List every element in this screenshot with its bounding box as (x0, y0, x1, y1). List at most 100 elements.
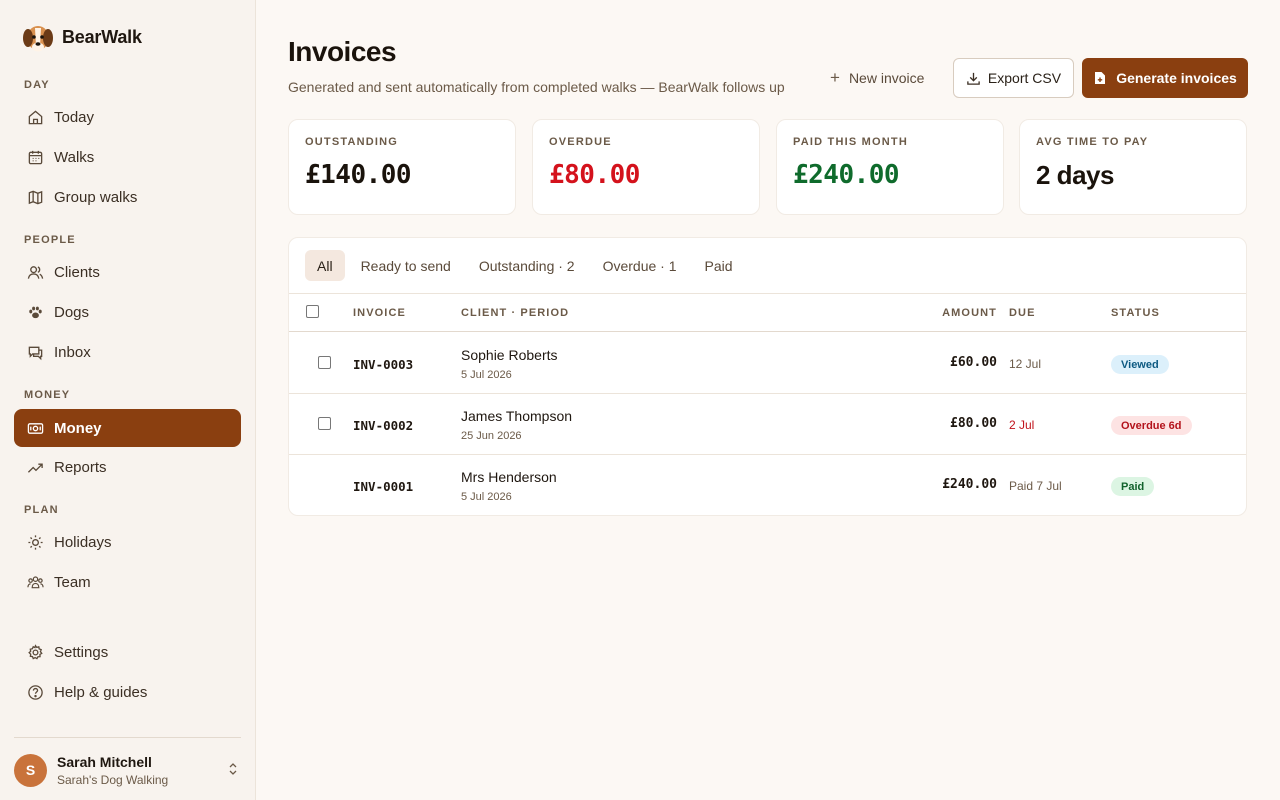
sidebar-divider (14, 737, 241, 738)
status-badge: Paid (1111, 477, 1155, 496)
sidebar-item-reports[interactable]: Reports (14, 448, 241, 486)
sidebar-item-label: Today (54, 108, 95, 126)
row-checkbox[interactable] (318, 356, 331, 369)
section-label-plan: PLAN (24, 504, 59, 516)
filter-tabs: All Ready to send Outstanding · 2 Overdu… (305, 250, 749, 282)
avatar: S (14, 753, 47, 787)
tab-paid[interactable]: Paid (693, 250, 745, 281)
column-header-amount[interactable]: AMOUNT (942, 307, 997, 319)
sidebar-item-inbox[interactable]: Inbox (14, 333, 241, 371)
beagle-logo-icon (23, 26, 53, 52)
tab-outstanding[interactable]: Outstanding · 2 (467, 250, 587, 281)
stat-card-overdue: OVERDUE £80.00 (532, 119, 760, 215)
new-invoice-label: New invoice (848, 70, 925, 86)
sidebar-item-label: Settings (54, 643, 109, 661)
plus-icon: + (830, 68, 840, 87)
stat-label: OUTSTANDING (305, 136, 399, 148)
sidebar-item-settings[interactable]: Settings (14, 633, 241, 671)
invoice-id[interactable]: INV-0001 (353, 479, 413, 494)
sidebar-item-money[interactable]: Money (14, 409, 241, 447)
period: 5 Jul 2026 (461, 369, 512, 381)
sidebar-item-label: Dogs (54, 303, 90, 321)
export-csv-label: Export CSV (987, 70, 1062, 86)
tab-ready-to-send[interactable]: Ready to send (349, 250, 463, 281)
section-label-people: PEOPLE (24, 234, 76, 246)
select-all-checkbox[interactable] (306, 305, 319, 318)
team-icon (26, 573, 44, 591)
stat-value: 2 days (1036, 160, 1114, 190)
generate-invoices-button[interactable]: Generate invoices (1082, 58, 1248, 98)
trending-up-icon (26, 458, 44, 476)
invoice-id[interactable]: INV-0002 (353, 418, 413, 433)
client-name: Mrs Henderson (461, 469, 557, 485)
paw-icon (26, 303, 44, 321)
user-business: Sarah's Dog Walking (57, 772, 169, 787)
chevron-up-down-icon (229, 763, 237, 775)
sidebar-item-group-walks[interactable]: Group walks (14, 178, 241, 216)
banknote-icon (26, 419, 44, 437)
brand[interactable]: BearWalk (22, 20, 142, 54)
table-header: INVOICE CLIENT · PERIOD AMOUNT DUE STATU… (289, 294, 1246, 332)
amount: £60.00 (950, 355, 997, 370)
export-csv-button[interactable]: Export CSV (953, 58, 1074, 98)
table-row[interactable]: INV-0002 James Thompson 25 Jun 2026 £80.… (289, 394, 1246, 455)
new-invoice-button[interactable]: + New invoice (826, 62, 928, 94)
sidebar-item-label: Holidays (54, 533, 112, 551)
page-title: Invoices (288, 36, 397, 67)
sidebar-item-label: Walks (54, 148, 95, 166)
sidebar-item-label: Team (54, 573, 91, 591)
column-header-invoice[interactable]: INVOICE (353, 307, 406, 319)
column-header-status[interactable]: STATUS (1111, 307, 1160, 319)
sidebar-item-dogs[interactable]: Dogs (14, 293, 241, 331)
tab-overdue[interactable]: Overdue · 1 (591, 250, 689, 281)
period: 5 Jul 2026 (461, 491, 512, 503)
sun-icon (26, 533, 44, 551)
sidebar-item-holidays[interactable]: Holidays (14, 523, 241, 561)
due-date: Paid 7 Jul (1009, 479, 1062, 493)
file-plus-icon (1095, 72, 1106, 84)
amount: £80.00 (950, 416, 997, 431)
sidebar-item-label: Clients (54, 263, 100, 281)
stat-card-paid-this-month: PAID THIS MONTH £240.00 (776, 119, 1004, 215)
status-badge: Viewed (1111, 355, 1169, 374)
users-icon (26, 263, 44, 281)
sidebar-item-label: Help & guides (54, 683, 148, 701)
column-header-due[interactable]: DUE (1009, 307, 1036, 319)
table-row[interactable]: INV-0003 Sophie Roberts 5 Jul 2026 £60.0… (289, 333, 1246, 394)
sidebar: BearWalk DAY Today Walks Group walks PEO… (0, 0, 256, 800)
invoice-id[interactable]: INV-0003 (353, 357, 413, 372)
generate-invoices-label: Generate invoices (1116, 70, 1237, 86)
chat-icon (26, 343, 44, 361)
sidebar-item-clients[interactable]: Clients (14, 253, 241, 291)
sidebar-item-label: Reports (54, 458, 107, 476)
stat-value: £80.00 (549, 160, 640, 190)
row-checkbox[interactable] (318, 417, 331, 430)
gear-icon (26, 643, 44, 661)
stat-card-avg-time-to-pay: AVG TIME TO PAY 2 days (1019, 119, 1247, 215)
section-label-day: DAY (24, 79, 50, 91)
sidebar-item-help[interactable]: Help & guides (14, 673, 241, 711)
status-badge: Overdue 6d (1111, 416, 1192, 435)
stat-label: OVERDUE (549, 136, 612, 148)
amount: £240.00 (942, 477, 997, 492)
home-icon (26, 108, 44, 126)
sidebar-item-label: Inbox (54, 343, 91, 361)
client-name: James Thompson (461, 408, 573, 424)
page-subtitle: Generated and sent automatically from co… (288, 79, 785, 95)
period: 25 Jun 2026 (461, 430, 522, 442)
column-header-client-period[interactable]: CLIENT · PERIOD (461, 307, 569, 319)
sidebar-item-label: Money (54, 419, 102, 437)
map-icon (26, 188, 44, 206)
user-menu[interactable]: S Sarah Mitchell Sarah's Dog Walking (14, 752, 241, 788)
sidebar-item-team[interactable]: Team (14, 563, 241, 601)
calendar-icon (26, 148, 44, 166)
sidebar-item-today[interactable]: Today (14, 98, 241, 136)
download-icon (967, 72, 980, 85)
tab-all[interactable]: All (305, 250, 345, 281)
sidebar-item-walks[interactable]: Walks (14, 138, 241, 176)
due-date: 12 Jul (1009, 357, 1042, 371)
section-label-money: MONEY (24, 389, 71, 401)
stat-label: AVG TIME TO PAY (1036, 136, 1149, 148)
table-row[interactable]: INV-0001 Mrs Henderson 5 Jul 2026 £240.0… (289, 455, 1246, 515)
user-name: Sarah Mitchell (57, 753, 152, 770)
